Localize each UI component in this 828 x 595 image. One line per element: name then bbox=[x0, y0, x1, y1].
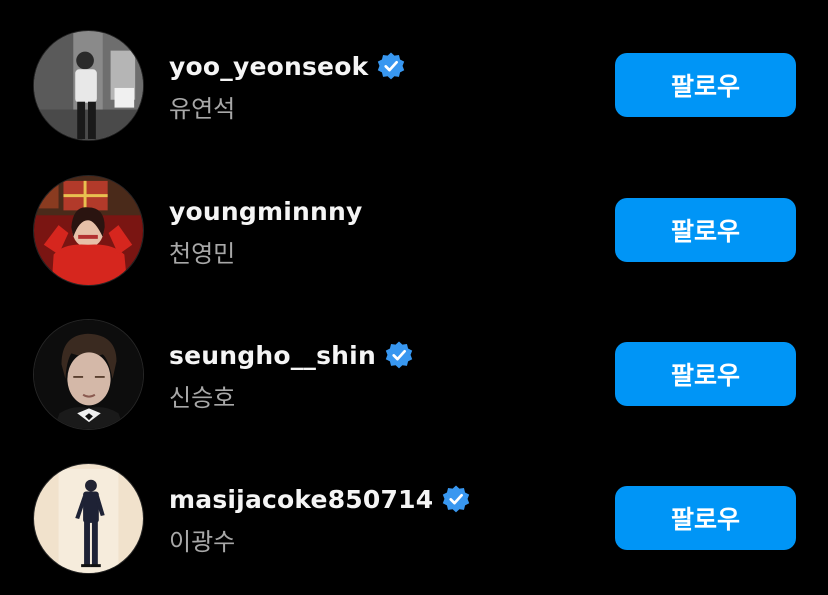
follow-button[interactable]: 팔로우 bbox=[615, 53, 796, 117]
username[interactable]: yoo_yeonseok bbox=[169, 52, 368, 81]
full-name: 유연석 bbox=[169, 95, 236, 123]
full-name: 천영민 bbox=[169, 240, 236, 268]
verified-badge-icon bbox=[384, 340, 414, 370]
verified-badge-icon bbox=[441, 484, 471, 514]
list-item: seungho__shin 신승호 팔로우 bbox=[0, 314, 828, 444]
avatar[interactable] bbox=[33, 175, 144, 286]
list-item: youngminnny 천영민 팔로우 bbox=[0, 170, 828, 300]
avatar[interactable] bbox=[33, 463, 144, 574]
list-item: yoo_yeonseok 유연석 팔로우 bbox=[0, 25, 828, 155]
avatar[interactable] bbox=[33, 319, 144, 430]
username[interactable]: youngminnny bbox=[169, 197, 362, 226]
list-item: masijacoke850714 이광수 팔로우 bbox=[0, 458, 828, 588]
verified-badge-icon bbox=[376, 51, 406, 81]
follow-button[interactable]: 팔로우 bbox=[615, 198, 796, 262]
username[interactable]: masijacoke850714 bbox=[169, 485, 433, 514]
avatar[interactable] bbox=[33, 30, 144, 141]
follow-button[interactable]: 팔로우 bbox=[615, 342, 796, 406]
full-name: 신승호 bbox=[169, 384, 236, 412]
username[interactable]: seungho__shin bbox=[169, 341, 376, 370]
full-name: 이광수 bbox=[169, 528, 236, 556]
follow-button[interactable]: 팔로우 bbox=[615, 486, 796, 550]
